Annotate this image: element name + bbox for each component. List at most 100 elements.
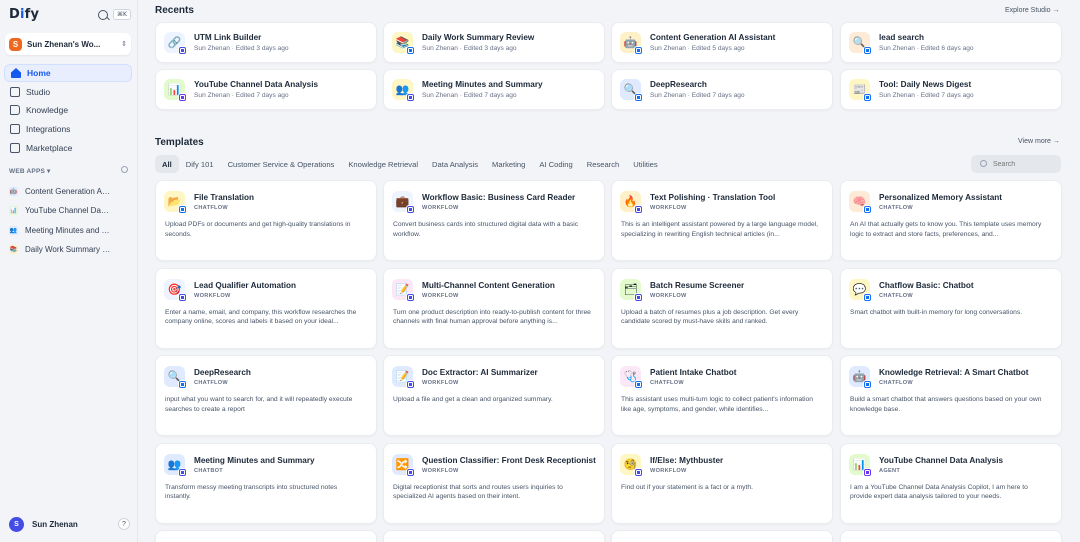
web-app-item[interactable]: 📚 Daily Work Summary R... (9, 240, 133, 259)
recent-app-card[interactable]: 🔍 DeepResearch Sun Zhenan · Edited 7 days … (611, 69, 833, 110)
explore-studio-link[interactable]: Explore Studio → (1005, 7, 1059, 14)
template-card[interactable]: 👥 Meeting Minutes and Summary CHATBOT Trans… (155, 442, 377, 524)
template-category-tabs: All Dify 101 Customer Service & Operations… (155, 155, 665, 173)
app-icon: 📝 (392, 278, 415, 302)
template-card[interactable]: 🗂 Batch Resume Screener WORKFLOW Upload a b… (611, 267, 833, 349)
template-card[interactable]: 📊 YouTube Channel Data Analysis AGENT I am … (840, 442, 1062, 524)
chatflow-badge-icon (634, 93, 643, 102)
template-card[interactable]: 🔀 Question Classifier: Front Desk Recepti… (383, 442, 605, 524)
app-icon: 🔗 (164, 32, 187, 55)
chatflow-badge-icon (863, 380, 872, 389)
chatflow-badge-icon (178, 380, 187, 389)
app-icon: 🔍 (849, 32, 872, 55)
app-edited-meta: Sun Zhenan · Edited 5 days ago (650, 45, 745, 52)
app-edited-meta: Sun Zhenan · Edited 6 days ago (879, 45, 974, 52)
app-icon: 🔀 (392, 453, 415, 477)
template-description: Upload a batch of resumes plus a job des… (621, 308, 799, 326)
chatflow-badge-icon (634, 380, 643, 389)
template-type-badge: WORKFLOW (650, 205, 687, 211)
app-icon: 📊 (164, 79, 187, 102)
nav-item-knowledge[interactable]: Knowledge (4, 101, 132, 119)
sidebar: Dify ⌘K S Sun Zhenan's Wo... ⇕ Home Stud… (0, 0, 138, 542)
web-apps-heading[interactable]: WEB APPS ▾ (9, 167, 51, 175)
recent-app-card[interactable]: 🔍 lead search Sun Zhenan · Edited 6 days a… (840, 22, 1062, 63)
template-card[interactable]: 🎯 Lead Qualifier Automation WORKFLOW Enter … (155, 267, 377, 349)
recent-app-card[interactable]: 👥 Meeting Minutes and Summary Sun Zhenan ·… (383, 69, 605, 110)
web-app-icon: 👥 (9, 225, 18, 235)
templates-title: Templates (155, 137, 204, 148)
tab-marketing[interactable]: Marketing (485, 155, 532, 173)
workspace-name: Sun Zhenan's Wo... (27, 39, 101, 49)
web-app-item[interactable]: 🤖 Content Generation AI ... (9, 182, 133, 201)
tab-utilities[interactable]: Utilities (626, 155, 664, 173)
chatflow-badge-icon (863, 93, 872, 102)
marketplace-icon (10, 142, 20, 153)
nav-item-studio[interactable]: Studio (4, 83, 132, 101)
workflow-badge-icon (178, 46, 187, 55)
nav-item-marketplace[interactable]: Marketplace (4, 139, 132, 157)
template-card[interactable]: 📝 Doc Extractor: AI Summarizer WORKFLOW Upl… (383, 355, 605, 436)
template-card-partial[interactable] (383, 530, 605, 542)
chatflow-badge-icon (634, 46, 643, 55)
tab-customer-service-operations[interactable]: Customer Service & Operations (221, 155, 342, 173)
avatar: S (9, 517, 24, 532)
dify-logo[interactable]: Dify (9, 7, 39, 22)
chatflow-badge-icon (863, 46, 872, 55)
tab-knowledge-retrieval[interactable]: Knowledge Retrieval (341, 155, 425, 173)
template-title: Batch Resume Screener (650, 280, 745, 290)
template-type-badge: CHATFLOW (194, 205, 228, 211)
view-more-link[interactable]: View more → (1018, 138, 1060, 145)
tab-ai-coding[interactable]: AI Coding (532, 155, 579, 173)
template-card[interactable]: 📂 File Translation CHATFLOW Upload PDFs or … (155, 180, 377, 261)
recent-app-card[interactable]: 🔗 UTM Link Builder Sun Zhenan · Edited 3 d… (155, 22, 377, 63)
recent-app-card[interactable]: 📰 Tool: Daily News Digest Sun Zhenan · Edi… (840, 69, 1062, 110)
template-type-badge: WORKFLOW (422, 292, 459, 299)
web-app-item[interactable]: 📊 YouTube Channel Data... (9, 201, 133, 220)
recent-app-card[interactable]: 📊 YouTube Channel Data Analysis Sun Zhenan… (155, 69, 377, 110)
agent-badge-icon (178, 93, 187, 102)
help-icon[interactable]: ? (118, 518, 130, 530)
template-card-partial[interactable] (840, 530, 1062, 542)
template-card[interactable]: 🧐 If/Else: Mythbuster WORKFLOW Find out if … (611, 442, 833, 524)
tab-data-analysis[interactable]: Data Analysis (425, 155, 485, 173)
recent-app-card[interactable]: 📚 Daily Work Summary Review Sun Zhenan · E… (383, 22, 605, 63)
app-icon: 📂 (164, 191, 187, 214)
workflow-badge-icon (406, 292, 415, 302)
app-edited-meta: Sun Zhenan · Edited 7 days ago (422, 92, 517, 99)
template-card[interactable]: 🔍 DeepResearch CHATFLOW input what you want… (155, 355, 377, 436)
app-icon: 🤖 (849, 366, 872, 389)
recent-app-card[interactable]: 🤖 Content Generation AI Assistant Sun Zhen… (611, 22, 833, 63)
search-shortcut-badge: ⌘K (113, 9, 131, 20)
template-description: Upload a file and get a clean and organi… (393, 396, 553, 403)
template-card-partial[interactable] (155, 530, 377, 542)
template-card[interactable]: 🧠 Personalized Memory Assistant CHATFLOW An… (840, 180, 1062, 261)
user-menu[interactable]: S Sun Zhenan (9, 517, 78, 532)
web-app-item[interactable]: 👥 Meeting Minutes and S... (9, 221, 133, 240)
template-type-badge: AGENT (879, 467, 901, 474)
tab-all[interactable]: All (155, 155, 179, 173)
web-apps-search-icon[interactable] (121, 166, 128, 173)
template-card[interactable]: 💬 Chatflow Basic: Chatbot CHATFLOW Smart ch… (840, 267, 1062, 349)
tab-research[interactable]: Research (580, 155, 627, 173)
app-icon: 💬 (849, 278, 872, 302)
search-icon[interactable] (98, 9, 108, 20)
search-icon (980, 160, 987, 167)
app-title: lead search (879, 33, 925, 42)
nav-item-home[interactable]: Home (4, 64, 132, 82)
template-card[interactable]: 📝 Multi-Channel Content Generation WORKFLO… (383, 267, 605, 349)
template-title: YouTube Channel Data Analysis (879, 455, 1004, 465)
template-card-partial[interactable] (611, 530, 833, 542)
template-card[interactable]: 🔥 Text Polishing · Translation Tool WORKFL… (611, 180, 833, 261)
workflow-badge-icon (406, 380, 415, 389)
template-card[interactable]: 🩺 Patient Intake Chatbot CHATFLOW This assi… (611, 355, 833, 436)
template-card[interactable]: 🤖 Knowledge Retrieval: A Smart Chatbot CHA… (840, 355, 1062, 436)
template-title: DeepResearch (194, 368, 251, 377)
tab-dify-101[interactable]: Dify 101 (179, 155, 221, 173)
template-title: If/Else: Mythbuster (650, 455, 724, 465)
template-description: Find out if your statement is a fact or … (621, 483, 753, 491)
template-description: Turn one product description into ready-… (393, 308, 591, 326)
template-card[interactable]: 💼 Workflow Basic: Business Card Reader WOR… (383, 180, 605, 261)
template-description: I am a YouTube Channel Data Analysis Cop… (850, 483, 1028, 501)
workspace-switcher[interactable]: S Sun Zhenan's Wo... ⇕ (5, 33, 131, 55)
nav-item-integrations[interactable]: Integrations (4, 120, 132, 138)
